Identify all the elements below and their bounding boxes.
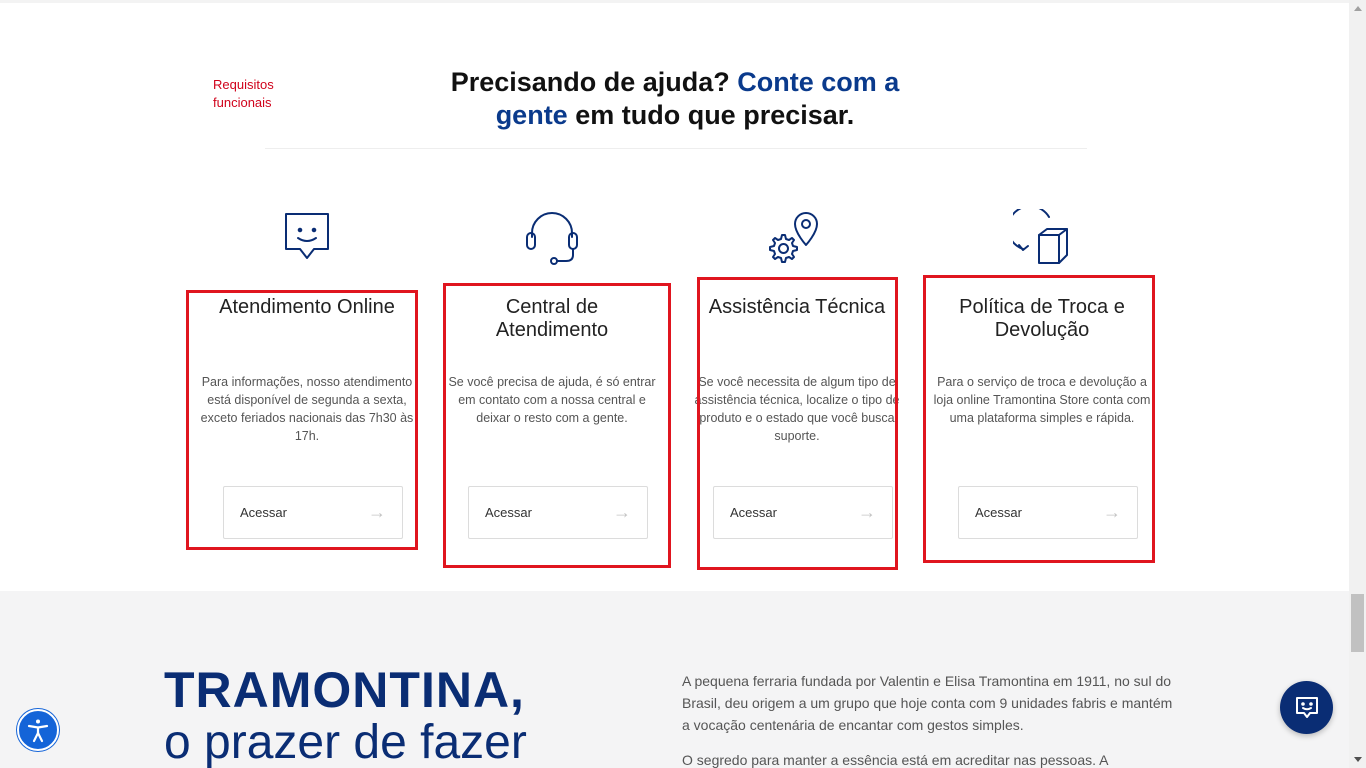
box-return-icon xyxy=(1010,205,1074,271)
accessibility-icon xyxy=(27,719,49,743)
about-paragraph: O segredo para manter a essência está em… xyxy=(682,752,1109,768)
chat-bubble-smile-icon xyxy=(275,205,339,271)
scroll-down-arrow-icon[interactable] xyxy=(1349,751,1366,768)
gear-location-pin-icon xyxy=(765,205,829,271)
brand-subtitle: o prazer de fazer xyxy=(164,716,527,768)
help-section-title: Precisando de ajuda? Conte com a gente e… xyxy=(420,66,930,132)
vertical-scrollbar[interactable] xyxy=(1349,0,1366,768)
title-part2: em tudo que precisar. xyxy=(567,100,855,130)
section-divider xyxy=(265,148,1087,149)
about-text: A pequena ferraria fundada por Valentin … xyxy=(682,670,1182,768)
chat-support-icon xyxy=(1295,696,1318,718)
highlight-box-3 xyxy=(697,277,898,570)
chat-support-button[interactable] xyxy=(1280,681,1333,734)
scrollbar-thumb[interactable] xyxy=(1351,594,1364,652)
accessibility-button[interactable] xyxy=(17,709,59,751)
brand-title: TRAMONTINA, xyxy=(164,662,525,718)
about-paragraph: A pequena ferraria fundada por Valentin … xyxy=(682,673,1173,733)
top-strip xyxy=(0,0,1349,3)
annotation-label: Requisitos funcionais xyxy=(213,77,274,110)
scroll-up-arrow-icon[interactable] xyxy=(1349,0,1366,17)
highlight-box-2 xyxy=(443,283,671,568)
title-part1: Precisando de ajuda? xyxy=(450,67,738,97)
headset-icon xyxy=(520,205,584,271)
highlight-box-4 xyxy=(923,275,1155,563)
highlight-box-1 xyxy=(186,290,418,550)
